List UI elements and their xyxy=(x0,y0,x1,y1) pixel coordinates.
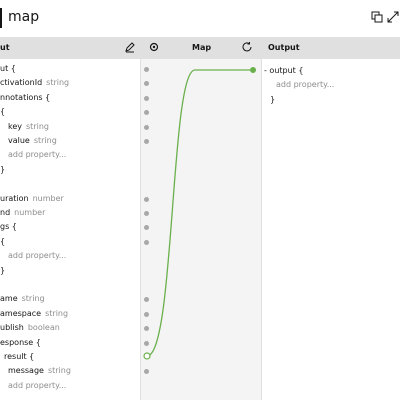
connector-line[interactable] xyxy=(146,69,253,357)
connector-source-port[interactable] xyxy=(143,352,151,360)
mapping-connector xyxy=(143,67,256,360)
connector-target-port[interactable] xyxy=(250,67,256,73)
